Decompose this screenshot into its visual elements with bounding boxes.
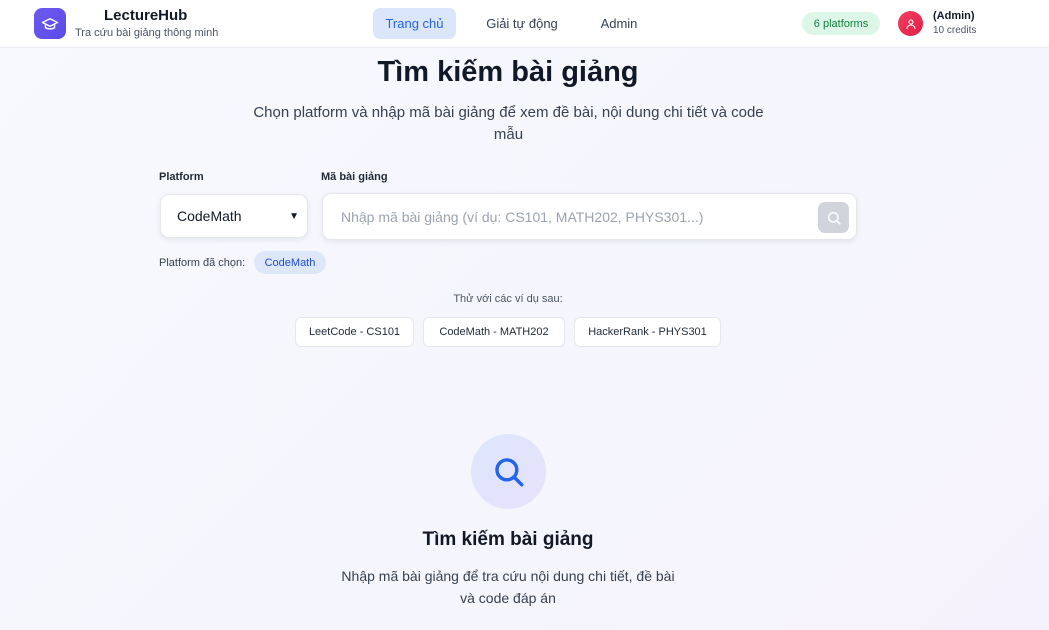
nav-admin[interactable]: Admin [587, 8, 651, 39]
platform-label: Platform [159, 171, 204, 183]
selected-platform-chip: CodeMath [254, 251, 326, 274]
empty-state-description: Nhập mã bài giảng để tra cứu nội dung ch… [341, 568, 675, 606]
empty-state-illustration [471, 434, 546, 509]
lecture-search-box [322, 193, 857, 240]
example-button-math202[interactable]: CodeMath - MATH202 [423, 317, 565, 347]
user-name[interactable]: (Admin) [933, 10, 975, 22]
app-logo[interactable] [34, 8, 66, 39]
platform-select-value: CodeMath [177, 208, 242, 224]
search-icon [827, 211, 841, 225]
selected-platform-label: Platform đã chọn: [159, 257, 246, 269]
platform-select[interactable]: CodeMath ▼ [160, 194, 308, 238]
empty-state-title: Tìm kiếm bài giảng [422, 529, 594, 550]
user-credits: 10 credits [933, 25, 977, 36]
example-button-phys301[interactable]: HackerRank - PHYS301 [574, 317, 721, 347]
examples-label: Thử với các ví dụ sau: [453, 293, 563, 305]
search-button[interactable] [818, 202, 849, 233]
nav-home[interactable]: Trang chủ [373, 8, 456, 39]
example-button-cs101[interactable]: LeetCode - CS101 [295, 317, 414, 347]
graduation-cap-icon [41, 17, 59, 30]
lecture-code-label: Mã bài giảng [321, 171, 388, 183]
search-icon [494, 457, 523, 486]
page-subtitle: Chọn platform và nhập mã bài giảng để xe… [253, 104, 764, 143]
brand-subtitle: Tra cứu bài giảng thông minh [75, 27, 219, 39]
top-navbar: LectureHub Tra cứu bài giảng thông minh … [0, 0, 1049, 48]
brand-name[interactable]: LectureHub [104, 7, 187, 24]
user-avatar[interactable] [898, 11, 923, 36]
platforms-count-badge: 6 platforms [802, 12, 880, 35]
lecture-code-input[interactable] [331, 200, 811, 234]
chevron-down-icon: ▼ [289, 210, 299, 222]
page-title: Tìm kiếm bài giảng [377, 56, 639, 88]
user-icon [905, 18, 916, 29]
nav-auto-solve[interactable]: Giải tự động [473, 8, 571, 39]
